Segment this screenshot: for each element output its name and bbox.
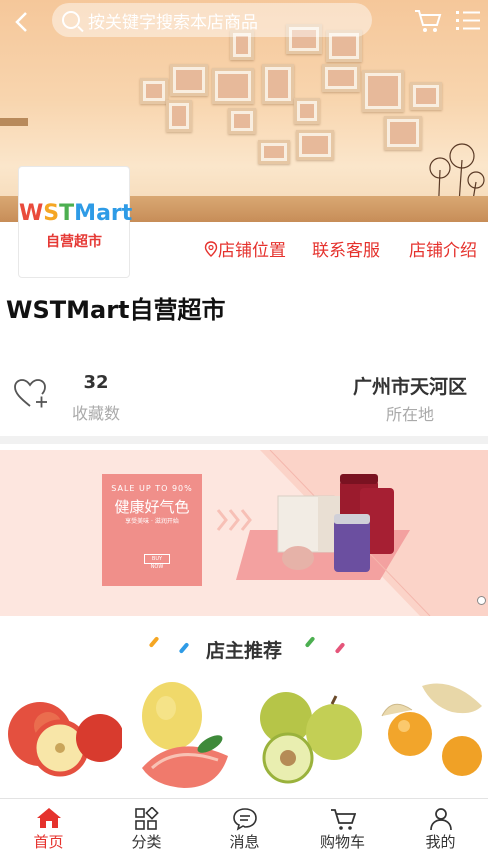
- wall-frame: [228, 108, 256, 134]
- wall-frame: [166, 100, 192, 132]
- logo-letter: T: [59, 201, 75, 226]
- cart-icon: [415, 10, 442, 32]
- user-icon: [430, 808, 452, 831]
- logo-letter: W: [19, 201, 44, 226]
- back-button[interactable]: [10, 10, 34, 34]
- bottom-tab-bar: 首页 分类 消息 购物车 我的: [0, 798, 488, 855]
- tab-cart[interactable]: 购物车: [294, 799, 391, 855]
- logo-letter: S: [43, 201, 60, 226]
- physalis-image: [381, 683, 482, 776]
- chevron-left-icon: [15, 12, 27, 32]
- store-location-label: 店铺位置: [218, 241, 286, 261]
- promo-subtitle: 享受美味 · 滋润开始: [125, 518, 179, 525]
- tab-home[interactable]: 首页: [0, 799, 97, 855]
- location-value: 广州市天河区: [352, 376, 467, 398]
- tab-message-label: 消息: [229, 833, 260, 851]
- search-icon: [62, 11, 80, 29]
- promo-buy-button[interactable]: BUY NOW: [144, 554, 170, 570]
- tab-category-label: 分类: [131, 833, 162, 851]
- category-icon: [135, 807, 159, 830]
- product-apple[interactable]: [0, 676, 122, 796]
- search-input[interactable]: 按关键字搜索本店商品: [52, 3, 372, 37]
- wall-shelf: [0, 118, 28, 126]
- favorite-button[interactable]: [14, 378, 48, 410]
- wall-frame: [170, 64, 208, 96]
- favorites-label: 收藏数: [71, 404, 120, 423]
- pear-image: [260, 692, 362, 784]
- store-intro-link[interactable]: 店铺介绍: [409, 236, 477, 261]
- wall-frame: [140, 78, 168, 104]
- store-location-link[interactable]: 店铺位置: [204, 236, 286, 261]
- product-physalis[interactable]: [372, 676, 488, 796]
- store-name: WSTMart自营超市: [6, 296, 226, 324]
- logo-text: WSTMart: [19, 201, 132, 226]
- product-pomelo[interactable]: [124, 676, 246, 796]
- promo-title: 健康好气色: [114, 498, 190, 516]
- logo-letter: r: [110, 201, 122, 226]
- recommend-title: 店主推荐: [205, 640, 282, 662]
- cart-button[interactable]: [414, 8, 442, 34]
- location-pin-icon: [204, 241, 218, 257]
- wall-frame: [262, 64, 294, 104]
- tab-cart-label: 购物车: [319, 833, 365, 851]
- store-logo: WSTMart 自营超市: [18, 166, 132, 278]
- logo-letter: t: [121, 201, 133, 226]
- apple-image: [8, 702, 122, 777]
- promo-banner[interactable]: SALE UP TO 90% 健康好气色 享受美味 · 滋润开始 BUY NOW: [0, 450, 488, 616]
- tab-category[interactable]: 分类: [98, 799, 195, 855]
- search-placeholder: 按关键字搜索本店商品: [88, 12, 258, 33]
- tab-message[interactable]: 消息: [196, 799, 293, 855]
- cart-icon: [331, 809, 356, 830]
- list-menu-icon: [456, 11, 480, 30]
- tab-home-label: 首页: [33, 833, 64, 851]
- heart-plus-icon: [14, 379, 47, 408]
- wall-frame: [258, 140, 290, 164]
- promo-card: SALE UP TO 90% 健康好气色 享受美味 · 滋润开始 BUY NOW: [102, 474, 202, 586]
- pomelo-image: [142, 682, 228, 788]
- wall-frame: [410, 82, 442, 110]
- wall-frame: [212, 68, 254, 104]
- message-icon: [233, 808, 257, 831]
- wall-frame: [294, 98, 320, 124]
- carousel-indicator[interactable]: [477, 596, 486, 605]
- logo-letter: M: [74, 201, 97, 226]
- wall-frame: [296, 130, 334, 160]
- contact-service-link[interactable]: 联系客服: [312, 236, 380, 261]
- menu-button[interactable]: [454, 8, 482, 34]
- product-pear[interactable]: [248, 676, 370, 796]
- home-icon: [37, 808, 61, 828]
- favorites-count: 32: [83, 372, 109, 393]
- section-divider: [0, 436, 488, 444]
- location-label: 所在地: [385, 405, 434, 424]
- tab-mine-label: 我的: [425, 833, 456, 851]
- tab-mine[interactable]: 我的: [392, 799, 488, 855]
- wall-frame: [322, 64, 360, 92]
- wall-frame: [362, 70, 404, 112]
- promo-sale-text: SALE UP TO 90%: [111, 484, 193, 493]
- logo-subtext: 自营超市: [46, 234, 102, 250]
- logo-letter: a: [96, 201, 111, 226]
- promo-decor: [216, 450, 488, 616]
